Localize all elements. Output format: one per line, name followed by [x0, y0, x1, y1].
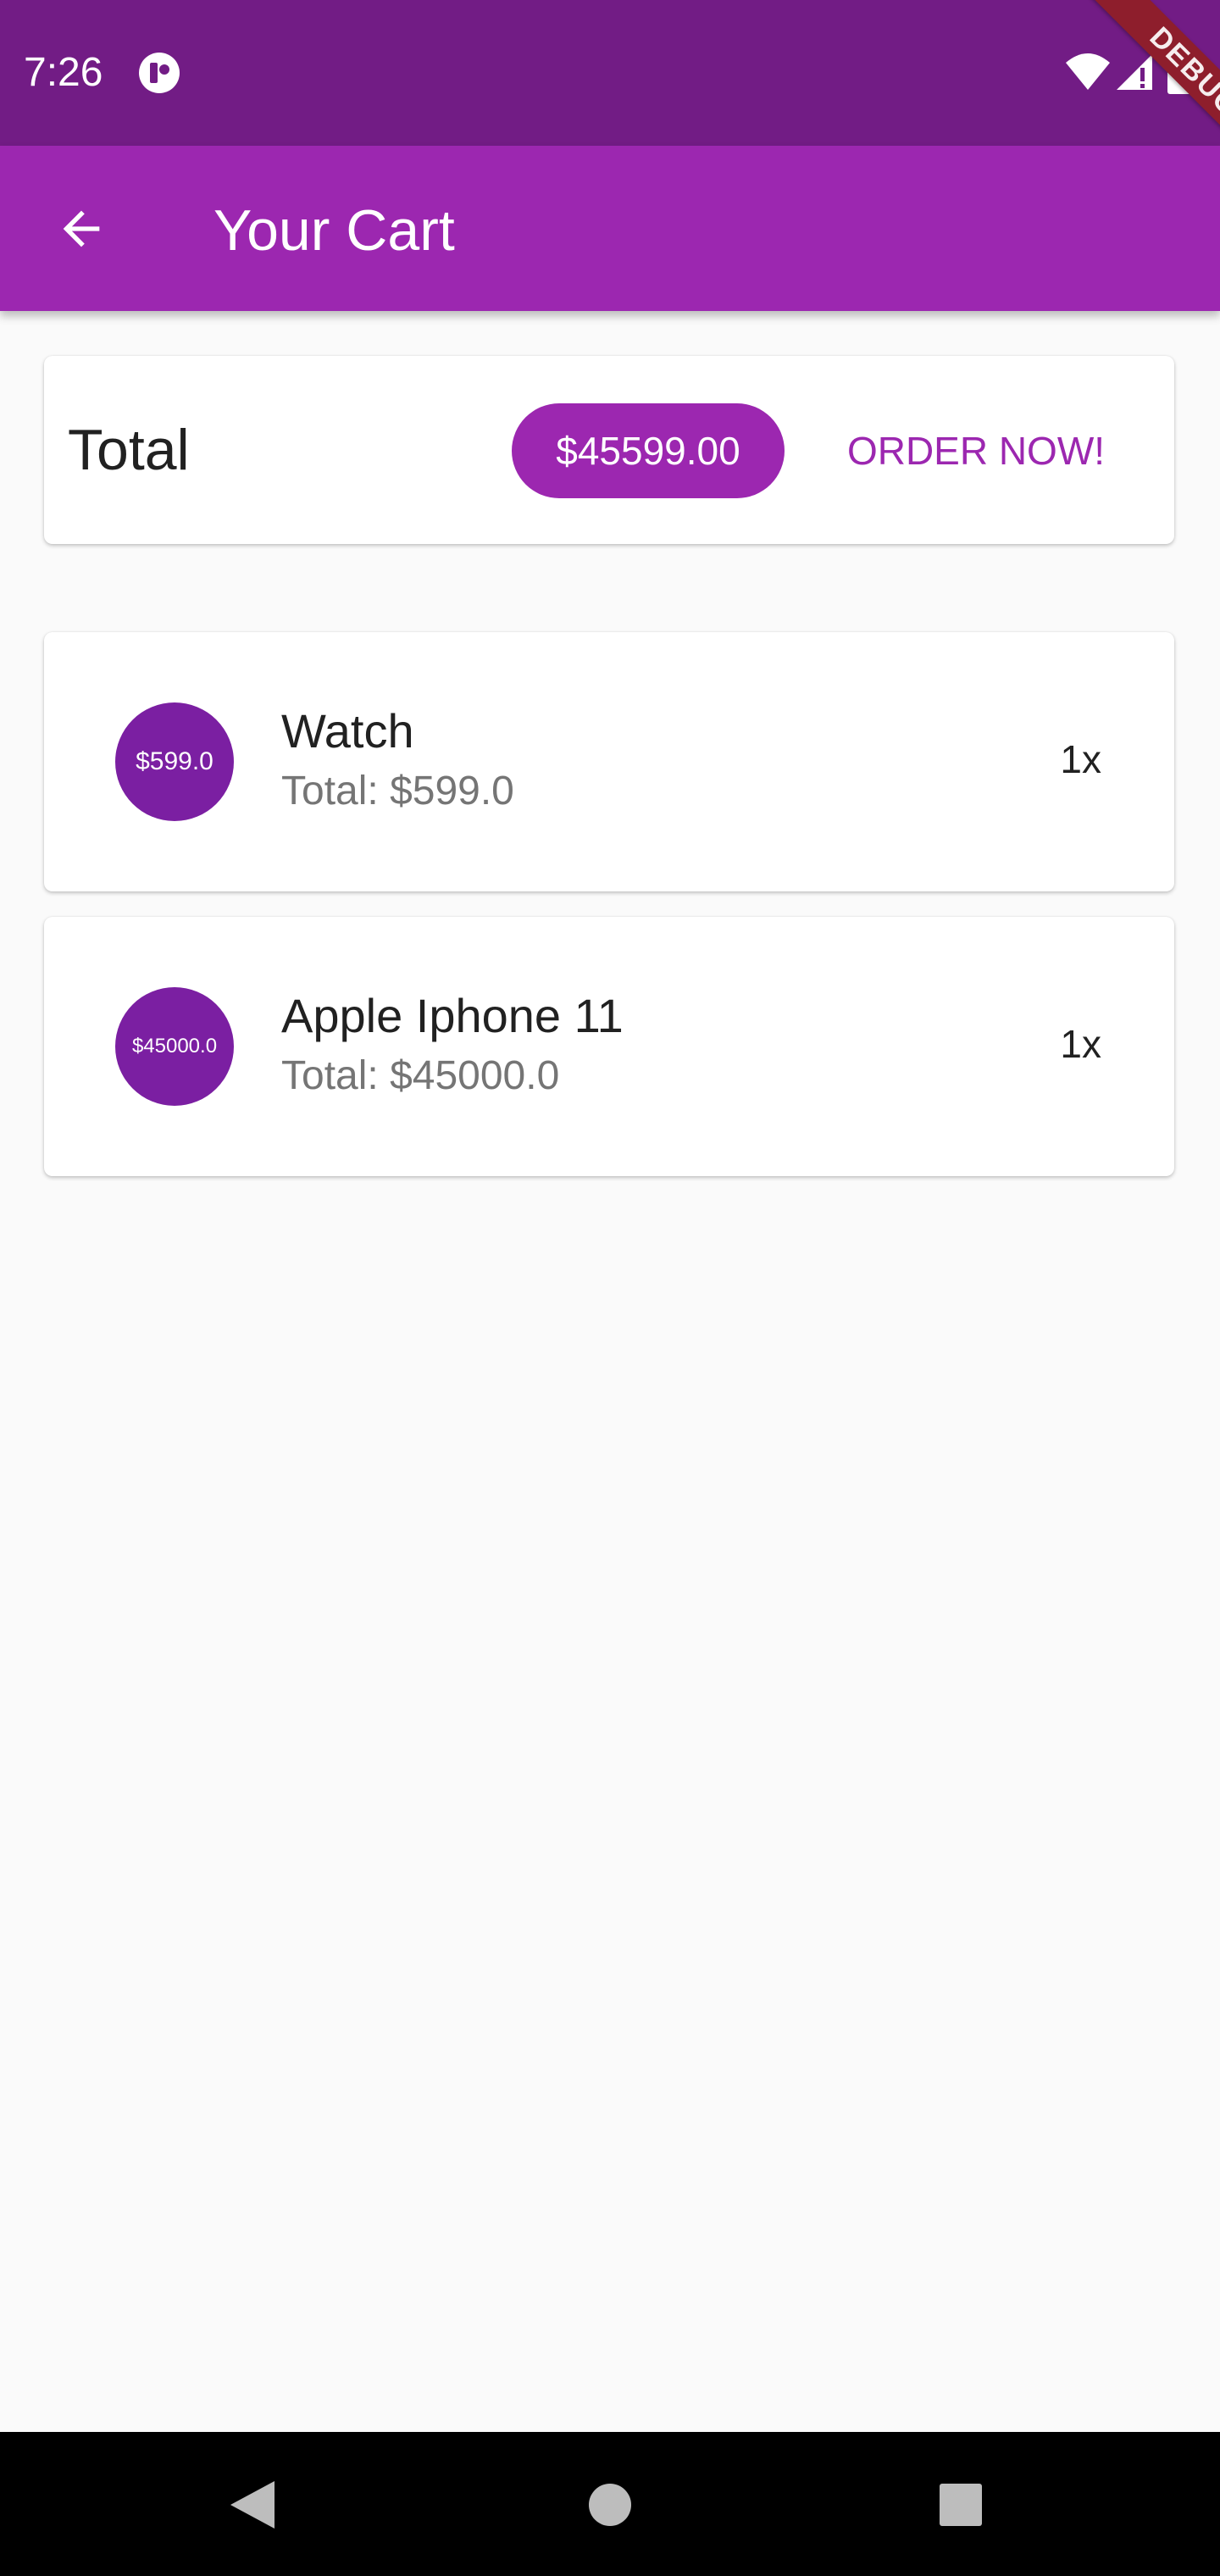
item-price-avatar: $45000.0: [115, 987, 234, 1106]
arrow-back-icon: [63, 210, 100, 247]
signal-icon: [1117, 54, 1152, 90]
battery-icon: [1167, 47, 1191, 94]
nav-recents-icon[interactable]: [939, 2483, 983, 2527]
nav-home-icon[interactable]: [588, 2483, 632, 2527]
page-title: Your Cart: [214, 198, 455, 263]
total-label: Total: [68, 418, 190, 482]
app-bar: Your Cart: [0, 146, 1220, 311]
nav-back-icon[interactable]: [227, 2478, 278, 2532]
total-amount-chip: $45599.00: [512, 403, 785, 498]
cart-item[interactable]: $599.0 Watch Total: $599.0 1x: [44, 632, 1174, 891]
item-total: Total: $599.0: [281, 769, 514, 813]
app-notification-icon: [139, 53, 180, 93]
back-button[interactable]: [34, 181, 129, 276]
item-price-avatar: $599.0: [115, 702, 234, 821]
wifi-icon: [1066, 53, 1110, 90]
system-nav-bar: [0, 2432, 1220, 2576]
cart-item[interactable]: $45000.0 Apple Iphone 11 Total: $45000.0…: [44, 917, 1174, 1176]
item-title: Watch: [281, 704, 414, 758]
item-quantity: 1x: [1060, 1022, 1101, 1066]
item-total: Total: $45000.0: [281, 1053, 560, 1098]
item-title: Apple Iphone 11: [281, 989, 624, 1042]
order-now-button[interactable]: ORDER NOW!: [807, 403, 1145, 498]
total-summary-card: Total $45599.00 ORDER NOW!: [44, 356, 1174, 544]
item-quantity: 1x: [1060, 737, 1101, 781]
status-bar: 7:26 DEBUG: [0, 0, 1220, 176]
item-price-badge: $45000.0: [131, 1035, 218, 1058]
item-price-badge: $599.0: [136, 747, 214, 775]
status-time: 7:26: [24, 50, 103, 95]
